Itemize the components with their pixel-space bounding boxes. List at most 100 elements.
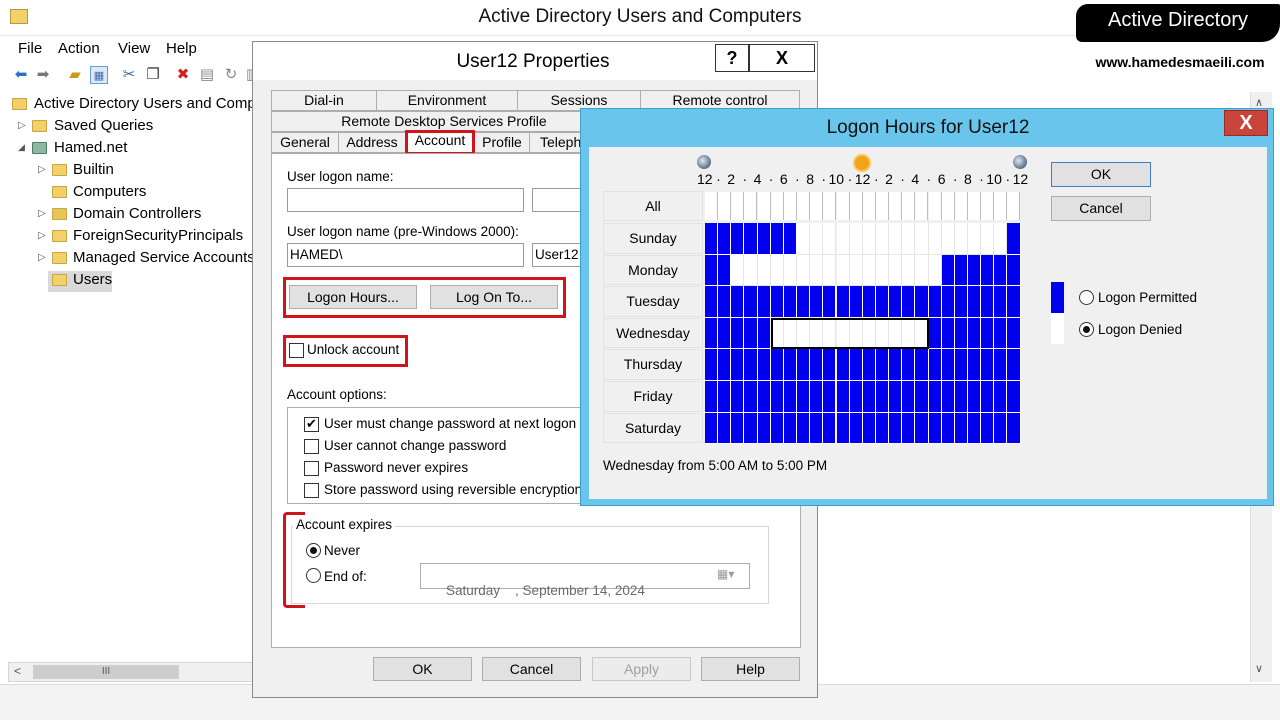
hour-cell[interactable] bbox=[757, 254, 771, 287]
day-row-button[interactable]: Friday bbox=[603, 381, 703, 412]
hour-cell[interactable] bbox=[836, 349, 850, 381]
hour-cell[interactable] bbox=[968, 286, 982, 318]
hour-cell[interactable] bbox=[797, 349, 811, 381]
hour-cell[interactable] bbox=[875, 223, 890, 255]
hour-cell[interactable] bbox=[902, 254, 916, 287]
hour-cell[interactable] bbox=[770, 223, 784, 255]
tab-address[interactable]: Address bbox=[338, 132, 406, 153]
hour-cell[interactable] bbox=[915, 223, 929, 255]
hour-cell[interactable] bbox=[862, 412, 876, 445]
hour-cell[interactable] bbox=[968, 412, 982, 445]
hour-cell[interactable] bbox=[757, 223, 771, 255]
day-row-button[interactable]: Tuesday bbox=[603, 286, 703, 317]
expand-arrow-icon[interactable]: ▷ bbox=[18, 120, 26, 131]
close-button[interactable]: X bbox=[749, 44, 815, 72]
hour-cell[interactable] bbox=[823, 223, 837, 255]
hour-cell[interactable] bbox=[968, 349, 982, 381]
hour-column-header[interactable] bbox=[994, 192, 1008, 220]
day-row-button[interactable]: Saturday bbox=[603, 412, 703, 444]
refresh-icon[interactable]: ↻ bbox=[222, 66, 240, 84]
hour-cell[interactable] bbox=[705, 381, 719, 413]
hour-cell[interactable] bbox=[810, 412, 824, 445]
hour-cell[interactable] bbox=[718, 286, 732, 318]
back-arrow-icon[interactable]: ⬅ bbox=[12, 66, 30, 84]
tab-environment[interactable]: Environment bbox=[376, 90, 518, 111]
hour-column-header[interactable] bbox=[731, 192, 745, 220]
hour-cell[interactable] bbox=[889, 349, 903, 381]
tree-item-root[interactable]: Active Directory Users and Computers bbox=[8, 95, 254, 116]
hour-cell[interactable] bbox=[968, 254, 982, 287]
hour-cell[interactable] bbox=[770, 286, 784, 318]
hour-cell[interactable] bbox=[823, 286, 837, 318]
help-button-bottom[interactable]: Help bbox=[701, 657, 800, 681]
hour-cell[interactable] bbox=[994, 286, 1008, 318]
copy-icon[interactable]: ❐ bbox=[144, 66, 162, 84]
hour-cell[interactable] bbox=[705, 286, 719, 318]
hour-column-header[interactable] bbox=[889, 192, 903, 220]
hour-cell[interactable] bbox=[810, 381, 824, 413]
hour-cell[interactable] bbox=[718, 223, 732, 255]
hour-cell[interactable] bbox=[994, 381, 1008, 413]
hour-cell[interactable] bbox=[994, 317, 1008, 350]
hour-cell[interactable] bbox=[875, 254, 890, 287]
hour-cell[interactable] bbox=[954, 286, 968, 318]
menu-view[interactable]: View bbox=[118, 40, 150, 57]
hour-cell[interactable] bbox=[889, 254, 903, 287]
hour-cell[interactable] bbox=[889, 412, 903, 445]
hour-cell[interactable] bbox=[928, 223, 942, 255]
hour-cell[interactable] bbox=[889, 381, 903, 413]
hour-cell[interactable] bbox=[836, 412, 850, 445]
hour-cell[interactable] bbox=[783, 412, 798, 445]
option-checkbox[interactable] bbox=[304, 483, 319, 498]
hour-cell[interactable] bbox=[1007, 317, 1021, 350]
hour-cell[interactable] bbox=[757, 412, 771, 445]
hour-cell[interactable] bbox=[744, 381, 758, 413]
hour-column-header[interactable] bbox=[875, 192, 889, 220]
hour-cell[interactable] bbox=[757, 349, 771, 381]
hour-cell[interactable] bbox=[797, 412, 811, 445]
hour-column-header[interactable] bbox=[823, 192, 837, 220]
expand-arrow-icon[interactable]: ▷ bbox=[38, 252, 46, 263]
hour-cell[interactable] bbox=[915, 412, 929, 445]
hour-column-header[interactable] bbox=[1007, 192, 1021, 220]
hour-cell[interactable] bbox=[889, 286, 903, 318]
hour-cell[interactable] bbox=[783, 254, 798, 287]
hour-cell[interactable] bbox=[902, 286, 916, 318]
hour-cell[interactable] bbox=[981, 317, 995, 350]
hour-cell[interactable] bbox=[810, 349, 824, 381]
hour-column-header[interactable] bbox=[915, 192, 929, 220]
hour-cell[interactable] bbox=[731, 381, 745, 413]
show-console-tree-icon[interactable]: ▦ bbox=[90, 66, 108, 84]
scroll-down-icon[interactable]: ∨ bbox=[1255, 662, 1263, 675]
hour-column-header[interactable] bbox=[810, 192, 824, 220]
hour-cell[interactable] bbox=[941, 381, 955, 413]
hour-cell[interactable] bbox=[862, 286, 876, 318]
logon-name-input[interactable] bbox=[287, 188, 524, 212]
hour-cell[interactable] bbox=[928, 254, 942, 287]
hour-cell[interactable] bbox=[928, 349, 942, 381]
hour-cell[interactable] bbox=[797, 223, 811, 255]
hour-cell[interactable] bbox=[941, 223, 955, 255]
hour-column-header[interactable] bbox=[705, 192, 718, 220]
day-row-button[interactable]: Sunday bbox=[603, 223, 703, 254]
hour-cell[interactable] bbox=[718, 381, 732, 413]
hour-cell[interactable] bbox=[783, 286, 798, 318]
hour-cell[interactable] bbox=[928, 286, 942, 318]
hour-cell[interactable] bbox=[849, 349, 863, 381]
menu-action[interactable]: Action bbox=[58, 40, 100, 57]
cut-icon[interactable]: ✂ bbox=[120, 66, 138, 84]
day-row-button[interactable]: Thursday bbox=[603, 349, 703, 380]
tree-item-managed-service-accounts[interactable]: ▷ Managed Service Accounts bbox=[8, 249, 254, 270]
hour-column-header[interactable] bbox=[941, 192, 955, 220]
hour-cell[interactable] bbox=[705, 412, 719, 445]
tree-item-foreign-security-principals[interactable]: ▷ ForeignSecurityPrincipals bbox=[8, 227, 254, 248]
hour-cell[interactable] bbox=[731, 286, 745, 318]
tree-item-saved-queries[interactable]: ▷ Saved Queries bbox=[8, 117, 254, 138]
hour-cell[interactable] bbox=[705, 223, 719, 255]
hour-cell[interactable] bbox=[823, 254, 837, 287]
hour-cell[interactable] bbox=[731, 412, 745, 445]
hour-cell[interactable] bbox=[718, 317, 732, 350]
hour-cell[interactable] bbox=[994, 223, 1008, 255]
hour-cell[interactable] bbox=[981, 412, 995, 445]
hour-cell[interactable] bbox=[849, 412, 863, 445]
